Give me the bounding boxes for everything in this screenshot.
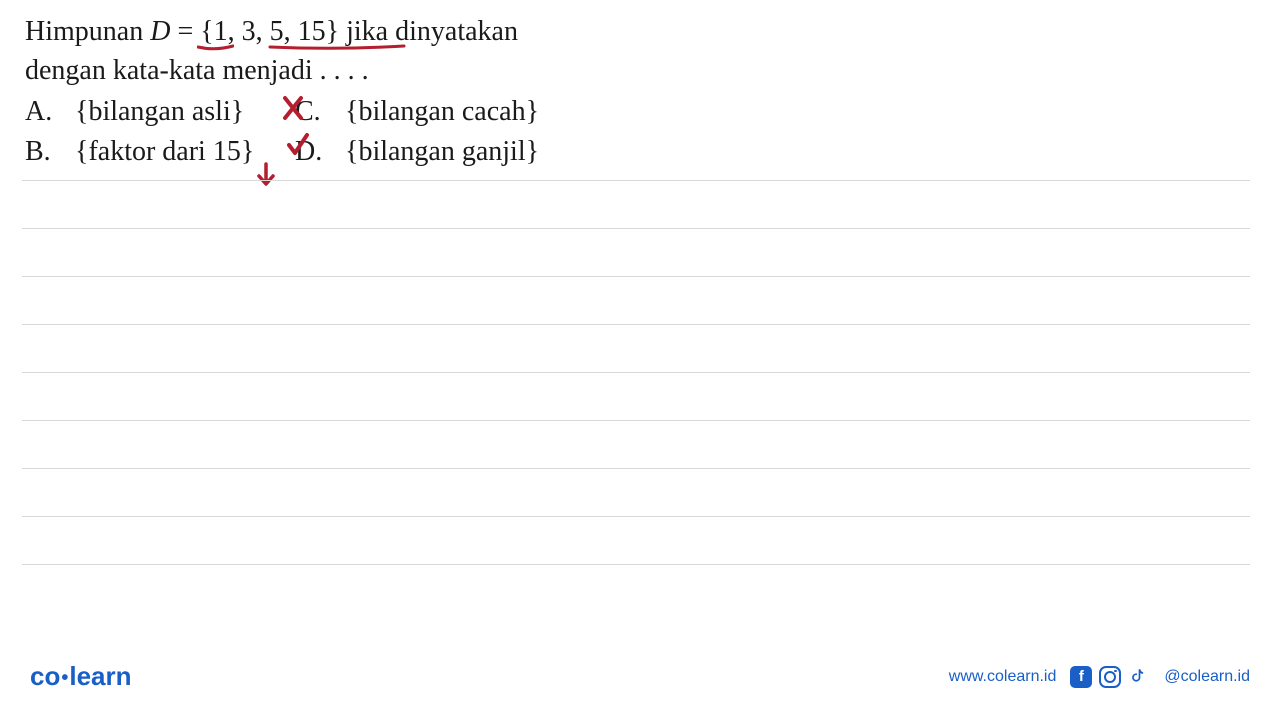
question-text: Himpunan D = {1, 3, 5, 15} jika dinyatak… bbox=[25, 12, 1255, 90]
question-line-1: Himpunan D = {1, 3, 5, 15} jika dinyatak… bbox=[25, 12, 1255, 51]
underline-set-annotation bbox=[268, 44, 406, 52]
option-a-text: {bilangan asli} bbox=[75, 92, 244, 132]
logo-learn: learn bbox=[69, 661, 131, 691]
social-handle: @colearn.id bbox=[1164, 668, 1250, 686]
question-text-part1: Himpunan bbox=[25, 16, 150, 47]
x-mark-icon bbox=[281, 94, 307, 122]
facebook-icon: f bbox=[1070, 666, 1092, 688]
footer-right: www.colearn.id f @colearn.id bbox=[949, 666, 1250, 688]
ruled-line bbox=[22, 373, 1250, 421]
ruled-lines bbox=[22, 180, 1250, 565]
option-a: A. {bilangan asli} bbox=[25, 92, 295, 132]
option-c: C. {bilangan cacah} bbox=[295, 92, 625, 132]
option-c-text: {bilangan cacah} bbox=[345, 92, 539, 132]
underline-d-annotation bbox=[197, 44, 234, 52]
ruled-line bbox=[22, 517, 1250, 565]
option-d: D. {bilangan ganjil} bbox=[295, 132, 625, 172]
footer: co•learn www.colearn.id f @colearn.id bbox=[30, 661, 1250, 692]
logo-dot-icon: • bbox=[61, 667, 68, 689]
ruled-line bbox=[22, 229, 1250, 277]
website-url: www.colearn.id bbox=[949, 668, 1057, 686]
content-area: Himpunan D = {1, 3, 5, 15} jika dinyatak… bbox=[25, 12, 1255, 172]
check-mark-icon bbox=[286, 132, 310, 158]
ruled-line bbox=[22, 421, 1250, 469]
option-a-label: A. bbox=[25, 92, 75, 132]
option-row-1: A. {bilangan asli} C. {bilangan cacah} bbox=[25, 92, 1255, 132]
ruled-line bbox=[22, 277, 1250, 325]
ruled-line bbox=[22, 181, 1250, 229]
variable-d: D bbox=[150, 16, 170, 47]
instagram-icon bbox=[1099, 666, 1121, 688]
logo-co: co bbox=[30, 661, 60, 691]
option-b-label: B. bbox=[25, 132, 75, 172]
option-row-2: B. {faktor dari 15} D. {bilangan ganjil} bbox=[25, 132, 1255, 172]
option-b-text: {faktor dari 15} bbox=[75, 132, 254, 172]
option-d-text: {bilangan ganjil} bbox=[345, 132, 539, 172]
options-container: A. {bilangan asli} C. {bilangan cacah} B… bbox=[25, 92, 1255, 172]
ruled-line bbox=[22, 469, 1250, 517]
logo: co•learn bbox=[30, 661, 132, 692]
ruled-line bbox=[22, 325, 1250, 373]
question-line-2: dengan kata-kata menjadi . . . . bbox=[25, 51, 1255, 90]
question-text-part2: = {1, 3, 5, 15} jika dinyatakan bbox=[170, 16, 518, 47]
social-icons: f bbox=[1070, 666, 1150, 688]
tiktok-icon bbox=[1128, 666, 1150, 688]
